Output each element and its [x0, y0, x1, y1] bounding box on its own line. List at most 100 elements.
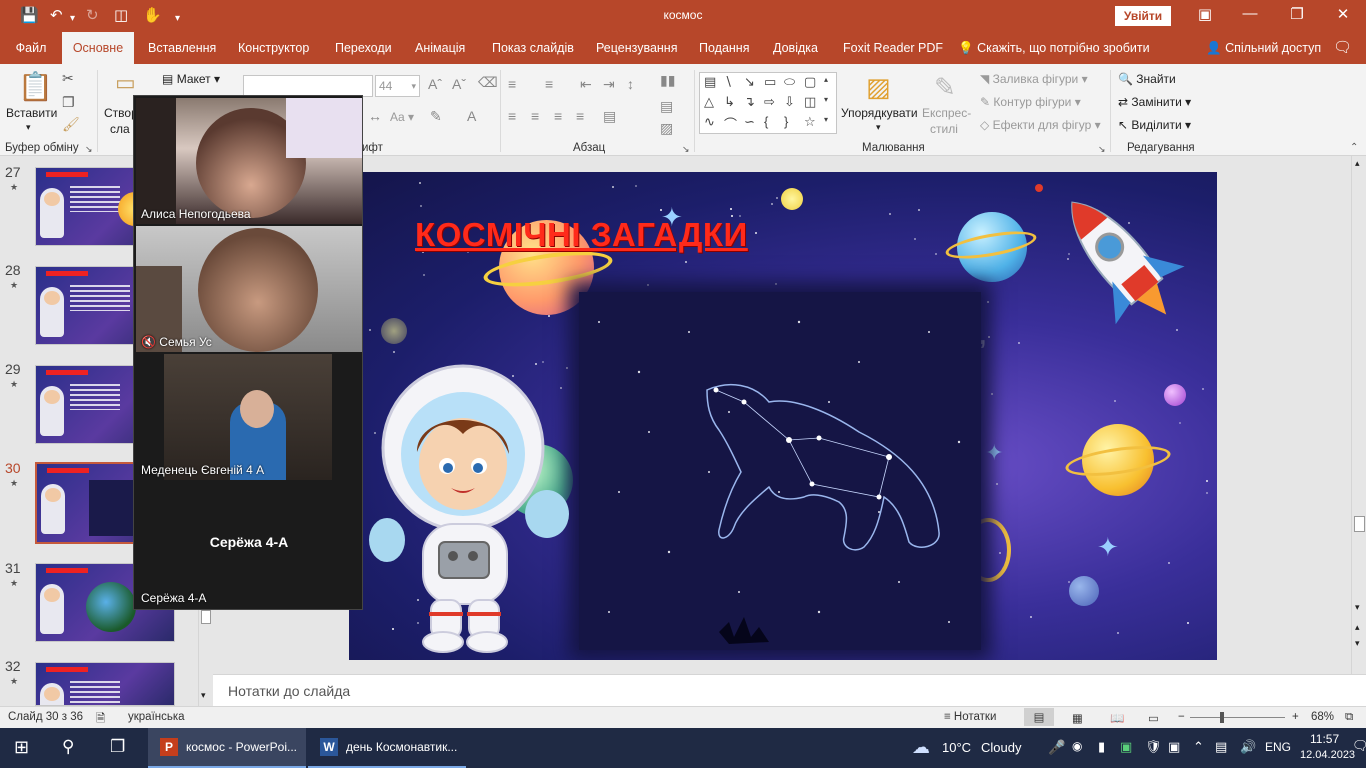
fit-to-window-icon[interactable]: ⧉ [1345, 711, 1353, 724]
drawing-launcher-icon[interactable]: ↘ [1098, 144, 1106, 155]
clock-time[interactable]: 11:57 [1310, 732, 1339, 746]
shapes-gallery[interactable]: ▤ ∖ ↘ ▭ ⬭ ▢ △ ↳ ↴ ⇨ ⇩ ◫ ∿ ⌒ ∽ { } ☆ ▴ ▾ … [699, 72, 837, 134]
align-left-icon[interactable]: ≡ [508, 108, 516, 124]
decrease-font-icon[interactable]: Aˇ [452, 76, 466, 92]
tab-view[interactable]: Подання [699, 32, 749, 64]
tab-review[interactable]: Рецензування [596, 32, 677, 64]
slide-thumbnail[interactable] [35, 662, 175, 706]
search-icon[interactable]: ⚲ [62, 737, 74, 757]
arc-shape-icon[interactable]: ⌒ [724, 114, 737, 133]
scrollbar-thumb[interactable] [201, 610, 211, 624]
font-name-input[interactable] [243, 75, 373, 97]
freeform-shape-icon[interactable]: ∿ [704, 114, 715, 130]
numbering-icon[interactable]: ≡ [545, 76, 553, 92]
paste-icon[interactable]: 📋 [18, 70, 53, 103]
zoom-in-icon[interactable]: + [1292, 711, 1299, 723]
tab-help[interactable]: Довідка [773, 32, 818, 64]
taskbar-app-powerpoint[interactable]: P космос - PowerPoi... [148, 728, 306, 768]
zoom-out-icon[interactable]: − [1178, 711, 1185, 723]
slide-sorter-icon[interactable]: ▦ [1072, 711, 1083, 725]
arrange-dropdown-icon[interactable]: ▾ [876, 122, 881, 133]
bullets-icon[interactable]: ≡ [508, 76, 516, 92]
arrange-button[interactable]: Упорядкувати [841, 106, 918, 120]
zoom-level[interactable]: 68% [1311, 711, 1334, 723]
security-icon[interactable]: 🛡 [1145, 739, 1162, 755]
big-dipper-bear-image[interactable] [579, 292, 981, 650]
oval-shape-icon[interactable]: ⬭ [784, 74, 795, 90]
participant-video-tile[interactable]: 🔇 Семья Ус [136, 226, 362, 352]
tab-home[interactable]: Основне [62, 32, 134, 64]
video-call-panel[interactable]: Алиса Непогодьева 🔇 Семья Ус Меденець Єв… [133, 95, 363, 610]
left-brace-shape-icon[interactable]: { [764, 114, 768, 129]
line-spacing-icon[interactable]: ↕ [627, 76, 634, 92]
tab-transitions[interactable]: Переходи [335, 32, 392, 64]
arrange-icon[interactable]: ▨ [866, 72, 891, 103]
comments-icon[interactable]: 🗨 [1333, 38, 1352, 56]
quick-styles-label[interactable]: Експрес- [922, 106, 971, 120]
notes-toggle[interactable]: ≡ Нотатки [944, 711, 996, 723]
new-slide-icon[interactable]: ▭ [115, 70, 136, 96]
maximize-button[interactable]: ❐ [1282, 5, 1312, 23]
slide-title[interactable]: КОСМІЧНІ ЗАГАДКИ [415, 216, 748, 254]
scroll-down-icon[interactable]: ▾ [201, 690, 206, 701]
tab-foxit[interactable]: Foxit Reader PDF [843, 32, 943, 64]
taskbar-app-word[interactable]: W день Космонавтик... [308, 728, 466, 768]
textbox-shape-icon[interactable]: ▤ [704, 74, 716, 90]
task-view-icon[interactable]: ❐ [110, 737, 125, 757]
minimize-button[interactable]: — [1235, 5, 1265, 22]
elbow-shape-icon[interactable]: ↴ [744, 94, 755, 110]
slideshow-view-icon[interactable]: ▭ [1148, 711, 1159, 725]
clear-format-icon[interactable]: ⌫ [478, 74, 498, 91]
change-case-icon[interactable]: Aa ▾ [390, 110, 414, 124]
volume-icon[interactable]: 🔊 [1240, 739, 1256, 755]
curve-shape-icon[interactable]: ∽ [744, 114, 755, 130]
participant-video-tile[interactable]: Алиса Непогодьева [136, 98, 362, 224]
right-brace-shape-icon[interactable]: } [784, 114, 788, 129]
language-indicator[interactable]: українська [128, 711, 185, 723]
rounded-rect-shape-icon[interactable]: ▢ [804, 74, 816, 90]
clock-date[interactable]: 12.04.2023 [1300, 749, 1355, 761]
decrease-indent-icon[interactable]: ⇤ [580, 76, 592, 93]
quick-styles-icon[interactable]: ✎ [934, 72, 956, 103]
tray-app-icon[interactable]: ▣ [1168, 739, 1180, 755]
triangle-shape-icon[interactable]: △ [704, 94, 714, 110]
arrow-line-shape-icon[interactable]: ↘ [744, 74, 755, 90]
tell-me-search[interactable]: 💡 Скажіть, що потрібно зробити [958, 32, 1150, 64]
align-text-icon[interactable]: ▤ [660, 98, 673, 115]
gallery-down-icon[interactable]: ▾ [824, 95, 828, 104]
next-slide-icon[interactable]: ▾ [1355, 638, 1360, 649]
callout-shape-icon[interactable]: ◫ [804, 94, 816, 110]
ribbon-display-options-icon[interactable]: ▣ [1190, 5, 1220, 23]
scroll-up-icon[interactable]: ▴ [1355, 158, 1360, 169]
shape-fill-button[interactable]: ◥ Заливка фігури ▾ [980, 72, 1088, 86]
close-button[interactable]: ✕ [1328, 5, 1358, 23]
justify-icon[interactable]: ≡ [576, 108, 584, 124]
collapse-ribbon-icon[interactable]: ⌃ [1350, 142, 1358, 153]
quick-styles-label-2[interactable]: стилі [930, 122, 958, 136]
align-right-icon[interactable]: ≡ [554, 108, 562, 124]
share-button[interactable]: 👤 Спільний доступ [1206, 32, 1321, 64]
font-size-input[interactable]: 44 ▾ [375, 75, 420, 97]
zoom-app-icon[interactable]: ◉ [1072, 739, 1082, 753]
participant-video-tile[interactable]: Серёжа 4-А Серёжа 4-А [136, 482, 362, 608]
shape-outline-button[interactable]: ✎ Контур фігури ▾ [980, 95, 1081, 109]
gallery-more-icon[interactable]: ▾ [824, 115, 828, 124]
connector-shape-icon[interactable]: ↳ [724, 94, 735, 110]
new-slide-label-2[interactable]: сла [110, 122, 130, 136]
notifications-icon[interactable]: 🗨 [1352, 738, 1366, 754]
text-direction-icon[interactable]: ▤ [603, 108, 616, 125]
rectangle-shape-icon[interactable]: ▭ [764, 74, 776, 90]
font-size-dropdown-icon[interactable]: ▾ [411, 76, 416, 96]
star-shape-icon[interactable]: ☆ [804, 114, 816, 130]
tab-insert[interactable]: Вставлення [148, 32, 216, 64]
scroll-down-icon[interactable]: ▾ [1355, 602, 1360, 613]
notes-pane[interactable]: Нотатки до слайда [213, 674, 1366, 706]
paste-dropdown-icon[interactable]: ▾ [26, 122, 31, 133]
increase-indent-icon[interactable]: ⇥ [603, 76, 615, 93]
layout-button[interactable]: ▤ Макет ▾ [162, 72, 220, 86]
copy-icon[interactable]: ❐ [62, 94, 75, 111]
normal-view-button[interactable]: ▤ [1024, 708, 1054, 726]
line-shape-icon[interactable]: ∖ [724, 74, 732, 90]
align-center-icon[interactable]: ≡ [531, 108, 539, 124]
slide-editor[interactable]: ✦ ✦ ✦ КОСМІЧНІ ЗАГАДКИ , [349, 172, 1217, 660]
